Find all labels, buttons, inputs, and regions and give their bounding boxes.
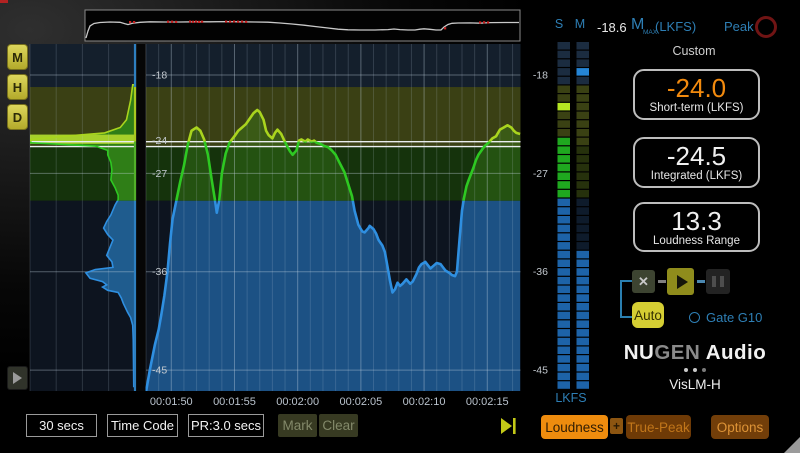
auto-button[interactable]: Auto xyxy=(632,302,664,328)
svg-text:-18: -18 xyxy=(533,70,548,82)
short-term-readout[interactable]: -24.0 Short-term (LKFS) xyxy=(633,69,760,120)
left-edge-marker xyxy=(0,0,8,3)
mode-button-momentary[interactable]: M xyxy=(7,44,28,70)
svg-text:-18: -18 xyxy=(152,70,167,82)
transport-link-dash xyxy=(697,280,705,283)
svg-text:-45: -45 xyxy=(152,365,167,377)
svg-text:00:02:00: 00:02:00 xyxy=(276,396,319,408)
stop-reset-button[interactable]: ✕ xyxy=(632,270,655,293)
short-term-label: Short-term (LKFS) xyxy=(650,102,744,114)
dot-icon xyxy=(684,368,688,372)
svg-text:-36: -36 xyxy=(152,266,167,278)
play-icon xyxy=(677,275,688,289)
tab-loudness[interactable]: Loudness xyxy=(541,415,608,439)
integrated-label: Integrated (LKFS) xyxy=(651,170,742,182)
play-icon xyxy=(13,372,22,384)
svg-text:-24: -24 xyxy=(152,135,167,147)
pause-icon xyxy=(712,276,716,287)
svg-text:00:01:50: 00:01:50 xyxy=(150,396,193,408)
mode-button-distribution[interactable]: D xyxy=(7,104,28,130)
svg-text:-36: -36 xyxy=(533,266,548,278)
svg-text:-27: -27 xyxy=(152,168,167,180)
product-name: VisLM-H xyxy=(620,377,770,392)
dot-icon xyxy=(702,368,706,372)
gate-label[interactable]: Gate G10 xyxy=(706,310,762,325)
skip-to-end-icon xyxy=(501,417,518,435)
pause-button[interactable] xyxy=(706,269,730,294)
svg-text:00:02:15: 00:02:15 xyxy=(466,396,509,408)
logo-gen: GEN xyxy=(654,341,700,365)
options-button[interactable]: Options xyxy=(711,415,769,439)
auto-link-line xyxy=(620,280,622,318)
loudness-range-label: Loudness Range xyxy=(653,235,740,247)
svg-text:00:01:55: 00:01:55 xyxy=(213,396,256,408)
loudness-range-readout[interactable]: 13.3 Loudness Range xyxy=(633,202,760,252)
auto-link-line xyxy=(620,316,632,318)
replay-button[interactable] xyxy=(7,366,28,390)
peak-indicator-light[interactable] xyxy=(755,16,777,38)
svg-text:-27: -27 xyxy=(533,168,548,180)
integrated-readout[interactable]: -24.5 Integrated (LKFS) xyxy=(633,137,760,188)
mmax-unit: (LKFS) xyxy=(655,19,696,34)
skip-to-end-button[interactable] xyxy=(501,417,518,440)
svg-text:00:02:10: 00:02:10 xyxy=(403,396,446,408)
play-button[interactable] xyxy=(667,268,694,295)
logo-audio: Audio xyxy=(700,341,766,365)
svg-text:-45: -45 xyxy=(533,365,548,377)
meter-column-label-s: S xyxy=(551,17,567,31)
split-view-button[interactable]: + xyxy=(610,418,623,434)
clear-button[interactable]: Clear xyxy=(319,414,358,437)
history-length-select[interactable]: 30 secs xyxy=(26,414,97,437)
nugen-logo: NUGEN Audio xyxy=(620,341,770,365)
mark-button[interactable]: Mark xyxy=(278,414,317,437)
vislm-plugin-window: -18 -24 -27 -36 -45 -18 -27 -36 -45 00:01:50 00:01… xyxy=(0,0,800,453)
mode-button-history[interactable]: H xyxy=(7,74,28,100)
integrated-value: -24.5 xyxy=(667,143,726,170)
pause-icon xyxy=(720,276,724,287)
mmax-value: -18.6 xyxy=(597,20,627,35)
svg-text:00:02:05: 00:02:05 xyxy=(339,396,382,408)
auto-link-line xyxy=(620,280,632,282)
short-term-value: -24.0 xyxy=(667,75,726,102)
page-dots[interactable] xyxy=(620,368,770,372)
preset-label[interactable]: Custom xyxy=(634,44,754,58)
dot-icon xyxy=(693,368,697,372)
gate-radio[interactable] xyxy=(689,312,700,323)
loudness-range-value: 13.3 xyxy=(671,208,722,235)
peak-label: Peak xyxy=(724,19,754,34)
time-mode-select[interactable]: Time Code xyxy=(107,414,178,437)
meter-column-label-m: M xyxy=(572,17,588,31)
tab-true-peak[interactable]: True-Peak xyxy=(626,415,691,439)
transport-link-dash xyxy=(658,280,666,283)
practical-range-select[interactable]: PR:3.0 secs xyxy=(188,414,264,437)
logo-nu: NU xyxy=(624,341,655,365)
meter-unit-label: LKFS xyxy=(547,391,595,405)
